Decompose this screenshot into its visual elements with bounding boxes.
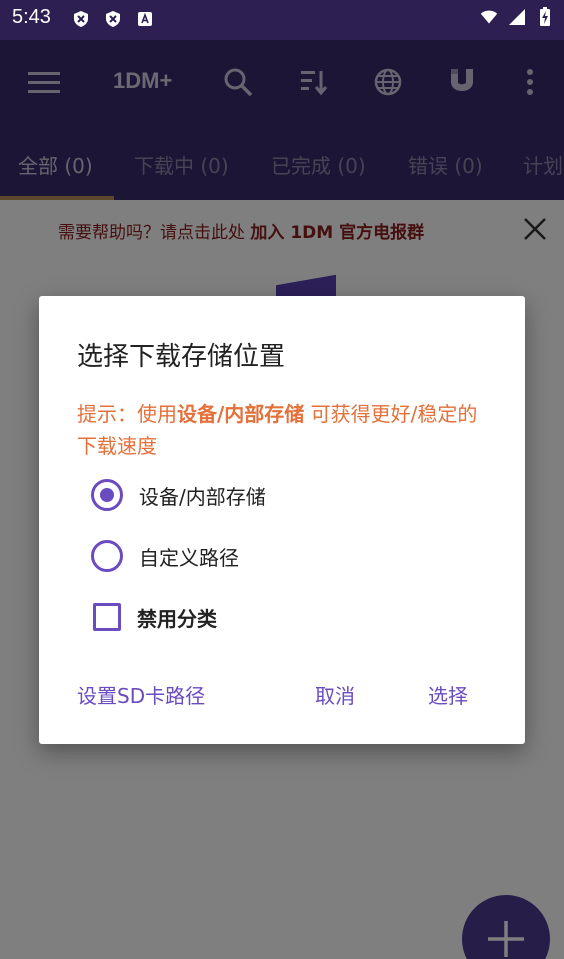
option-label: 设备/内部存储 (139, 484, 266, 509)
shield-x-icon (72, 10, 90, 28)
option-label: 自定义路径 (139, 545, 239, 570)
radio-button-checked[interactable] (91, 479, 123, 511)
option-custom-path[interactable]: 自定义路径 (91, 538, 239, 574)
status-bar: 5:43 (0, 0, 564, 40)
text-a-icon (136, 10, 154, 28)
wifi-icon (480, 8, 498, 26)
storage-location-dialog: 选择下载存储位置 提示：使用设备/内部存储 可获得更好/稳定的下载速度 设备/内… (39, 296, 525, 744)
shield-x-icon (104, 10, 122, 28)
checkbox[interactable] (93, 603, 121, 631)
cancel-button[interactable]: 取消 (315, 680, 355, 709)
radio-button[interactable] (91, 540, 123, 572)
option-label: 禁用分类 (137, 606, 217, 631)
option-disable-categories[interactable]: 禁用分类 (91, 599, 217, 635)
set-sd-card-path-button[interactable]: 设置SD卡路径 (77, 680, 205, 709)
dialog-title: 选择下载存储位置 (77, 342, 286, 372)
status-notification-icons (72, 10, 154, 28)
battery-charging-icon (536, 7, 554, 26)
dialog-tip: 提示：使用设备/内部存储 可获得更好/稳定的下载速度 (77, 402, 478, 458)
signal-icon (508, 8, 526, 26)
dialog-actions: 设置SD卡路径 取消 选择 (39, 680, 525, 716)
select-button[interactable]: 选择 (428, 680, 468, 709)
status-time: 5:43 (12, 6, 51, 28)
status-system-icons (480, 7, 554, 26)
option-internal-storage[interactable]: 设备/内部存储 (91, 477, 266, 513)
